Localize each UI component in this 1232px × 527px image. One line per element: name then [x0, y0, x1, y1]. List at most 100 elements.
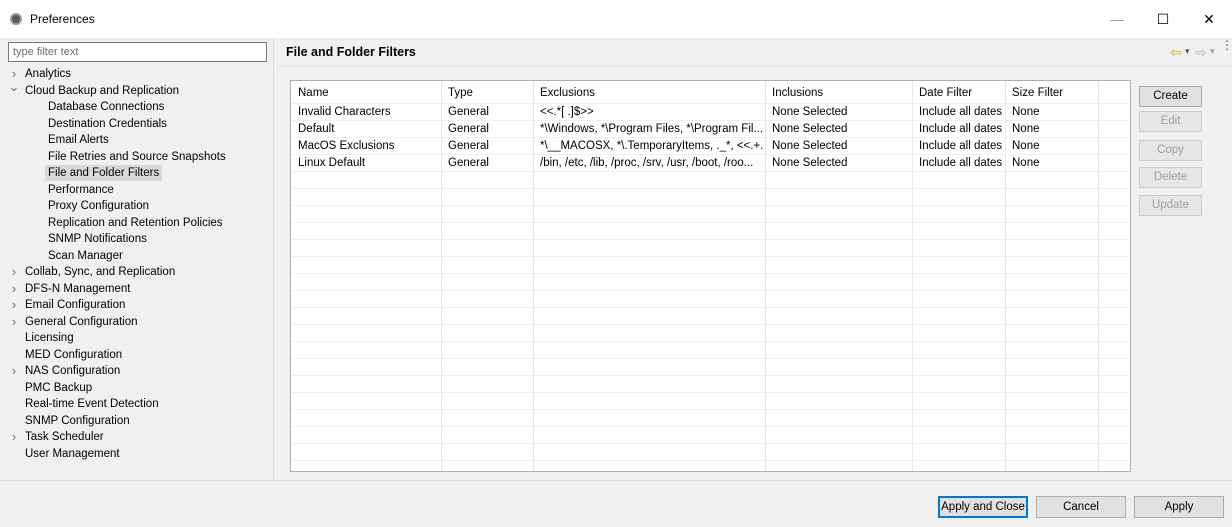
minimize-button[interactable]: — [1094, 0, 1140, 38]
table-cell: None [1012, 140, 1040, 152]
row-gridline [291, 273, 1130, 274]
back-arrow-icon[interactable]: ⇦ [1170, 44, 1182, 61]
tree-item[interactable]: PMC Backup [8, 380, 270, 396]
forward-arrow-icon[interactable]: ⇨ [1195, 44, 1207, 61]
tree-item[interactable]: SNMP Configuration [8, 413, 270, 429]
column-header[interactable]: Size Filter [1012, 85, 1063, 101]
collapse-chevron-icon[interactable]: › [8, 264, 20, 280]
row-gridline [291, 443, 1130, 444]
table-cell: Include all dates [919, 106, 1003, 118]
tree-item[interactable]: ⌄ Cloud Backup and Replication [8, 79, 270, 99]
delete-button[interactable]: Delete [1139, 167, 1202, 188]
table-cell: Include all dates [919, 123, 1003, 135]
table-cell: None Selected [772, 123, 848, 135]
filters-table[interactable]: Name Type Exclusions Inclusions Date Filter S… [290, 80, 1131, 472]
table-row[interactable]: Invalid Characters General <<.*[ .]$>> None… [291, 104, 1130, 121]
collapse-chevron-icon[interactable]: › [8, 297, 20, 313]
apply-button[interactable]: Apply [1134, 496, 1224, 518]
table-cell: None Selected [772, 140, 848, 152]
collapse-chevron-icon[interactable]: › [8, 429, 20, 445]
tree-item[interactable]: Scan Manager [8, 248, 270, 264]
table-cell: None Selected [772, 157, 848, 169]
column-header[interactable]: Type [448, 85, 473, 101]
row-gridline [291, 324, 1130, 325]
page-title: File and Folder Filters [286, 45, 416, 59]
collapse-chevron-icon[interactable]: › [8, 281, 20, 297]
column-header[interactable]: Name [298, 85, 329, 101]
tree-item[interactable]: › General Configuration [8, 314, 270, 330]
preferences-window: Preferences — ☐ ✕ ›Analytics⌄Cloud Backu… [0, 0, 1232, 527]
copy-button[interactable]: Copy [1139, 140, 1202, 161]
tree-item[interactable]: Real-time Event Detection [8, 396, 270, 412]
cancel-button[interactable]: Cancel [1036, 496, 1126, 518]
table-row[interactable]: Linux Default General/bin, /etc, /lib, /p… [291, 155, 1130, 172]
tree-item[interactable]: › NAS Configuration [8, 363, 270, 379]
create-button[interactable]: Create [1139, 86, 1202, 107]
tree-item[interactable]: › Collab, Sync, and Replication [8, 264, 270, 280]
apply-and-close-button[interactable]: Apply and Close [938, 496, 1028, 518]
tree-item-label: File and Folder Filters [45, 165, 163, 181]
collapse-chevron-icon[interactable]: › [8, 314, 20, 330]
tree-item[interactable]: MED Configuration [8, 347, 270, 363]
table-cell: General [448, 123, 489, 135]
table-cell: Include all dates [919, 157, 1003, 169]
edit-button[interactable]: Edit [1139, 111, 1202, 132]
title-bar: Preferences — ☐ ✕ [0, 0, 1232, 38]
tree-item-label: Proxy Configuration [48, 200, 149, 212]
row-gridline [291, 409, 1130, 410]
collapse-chevron-icon[interactable]: › [8, 363, 20, 379]
tree-item-label: SNMP Configuration [25, 414, 130, 427]
tree-item[interactable]: › Analytics [8, 66, 270, 82]
tree-item[interactable]: Licensing [8, 330, 270, 346]
tree-item[interactable]: User Management [8, 446, 270, 462]
expand-chevron-icon[interactable]: ⌄ [8, 79, 20, 95]
tree-item-label: Analytics [25, 68, 72, 80]
tree-item-label: User Management [25, 447, 120, 460]
tree-item[interactable]: Database Connections [8, 99, 270, 115]
tree-item-label: Replication and Retention Policies [48, 216, 223, 229]
table-cell: None Selected [772, 106, 848, 118]
table-row[interactable]: Default General *\Windows, *\Program Files… [291, 121, 1130, 138]
tree-item[interactable]: SNMP Notifications [8, 231, 270, 247]
maximize-button[interactable]: ☐ [1140, 0, 1186, 38]
table-cell: None [1012, 106, 1040, 118]
table-cell: Invalid Characters [298, 106, 391, 118]
tree-item-label: DFS-N Management [25, 282, 131, 295]
table-cell: *\__MACOSX, *\.TemporaryItems, ._*, <<.+… [540, 140, 763, 152]
column-header[interactable]: Exclusions [540, 85, 595, 101]
tree-item[interactable]: File and Folder Filters [8, 165, 270, 181]
close-button[interactable]: ✕ [1186, 0, 1232, 38]
page-header: File and Folder Filters [277, 40, 1232, 64]
table-cell: MacOS Exclusions [298, 140, 395, 152]
tree-item[interactable]: Performance [8, 182, 270, 198]
row-gridline [291, 188, 1130, 189]
row-gridline [291, 222, 1130, 223]
tree-item-label: Licensing [25, 332, 74, 344]
table-cell: Include all dates [919, 140, 1003, 152]
forward-dropdown-icon[interactable]: ▾ [1210, 46, 1215, 57]
tree-item[interactable]: › Email Configuration [8, 297, 270, 313]
filter-input[interactable] [8, 42, 267, 62]
tree-item[interactable]: File Retries and Source Snapshots [8, 149, 270, 165]
tree-item-label: General Configuration [25, 315, 138, 328]
table-cell: *\Windows, *\Program Files, *\Program Fi… [540, 123, 763, 135]
tree-item[interactable]: › Task Scheduler [8, 429, 270, 445]
table-cell: None [1012, 157, 1040, 169]
column-header[interactable]: Inclusions [772, 85, 823, 101]
update-button[interactable]: Update [1139, 195, 1202, 216]
tree-item[interactable]: Proxy Configuration [8, 198, 270, 214]
back-dropdown-icon[interactable]: ▾ [1185, 46, 1190, 57]
row-gridline [291, 307, 1130, 308]
tree-item[interactable]: Destination Credentials [8, 116, 270, 132]
tree-item[interactable]: Email Alerts [8, 132, 270, 148]
tree-item-label: Real-time Event Detection [25, 398, 159, 410]
row-gridline [291, 358, 1130, 359]
table-cell: /bin, /etc, /lib, /proc, /srv, /usr, /bo… [540, 157, 754, 169]
table-row[interactable]: MacOS Exclusions General *\__MACOSX, *\.Te… [291, 138, 1130, 155]
tree-item[interactable]: › DFS-N Management [8, 281, 270, 297]
column-header[interactable]: Date Filter [919, 85, 972, 101]
tree-item[interactable]: Replication and Retention Policies [8, 215, 270, 231]
view-menu-icon[interactable]: ⋮ [1221, 39, 1232, 51]
preferences-tree: › Analytics ⌄ Cloud Backup and Replication D… [8, 66, 270, 481]
pane-divider[interactable] [273, 38, 274, 480]
